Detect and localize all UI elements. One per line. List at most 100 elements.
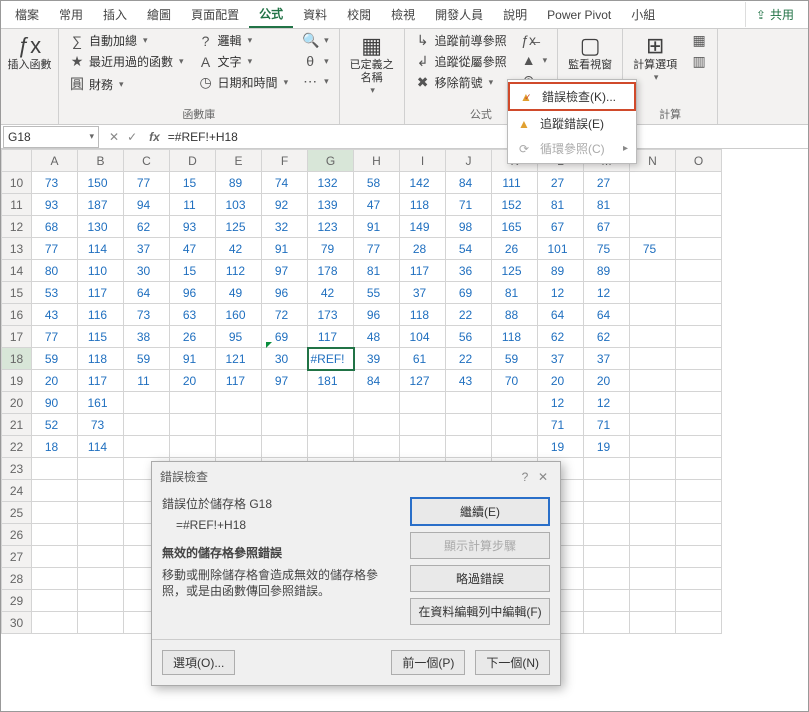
- cell-O17[interactable]: [676, 326, 722, 348]
- cell-E10[interactable]: 89: [216, 172, 262, 194]
- cell-O27[interactable]: [676, 546, 722, 568]
- cell-I21[interactable]: [400, 414, 446, 436]
- cell-O20[interactable]: [676, 392, 722, 414]
- row-header-12[interactable]: 12: [2, 216, 32, 238]
- cell-M23[interactable]: [584, 458, 630, 480]
- more-functions-button[interactable]: ⋯▾: [298, 72, 333, 91]
- row-header-27[interactable]: 27: [2, 546, 32, 568]
- row-header-29[interactable]: 29: [2, 590, 32, 612]
- cell-E18[interactable]: 121: [216, 348, 262, 370]
- cell-E17[interactable]: 95: [216, 326, 262, 348]
- cell-E13[interactable]: 42: [216, 238, 262, 260]
- cell-K22[interactable]: [492, 436, 538, 458]
- row-header-14[interactable]: 14: [2, 260, 32, 282]
- row-header-15[interactable]: 15: [2, 282, 32, 304]
- cell-M17[interactable]: 62: [584, 326, 630, 348]
- cell-D21[interactable]: [170, 414, 216, 436]
- cell-F20[interactable]: [262, 392, 308, 414]
- cell-N17[interactable]: [630, 326, 676, 348]
- row-header-10[interactable]: 10: [2, 172, 32, 194]
- cell-K11[interactable]: 152: [492, 194, 538, 216]
- cell-B30[interactable]: [78, 612, 124, 634]
- cell-N12[interactable]: [630, 216, 676, 238]
- cell-M11[interactable]: 81: [584, 194, 630, 216]
- cell-B21[interactable]: 73: [78, 414, 124, 436]
- cell-F22[interactable]: [262, 436, 308, 458]
- tab-data[interactable]: 資料: [293, 2, 337, 27]
- cell-O10[interactable]: [676, 172, 722, 194]
- cell-D22[interactable]: [170, 436, 216, 458]
- cell-E14[interactable]: 112: [216, 260, 262, 282]
- tab-help[interactable]: 說明: [493, 2, 537, 27]
- cell-F10[interactable]: 74: [262, 172, 308, 194]
- row-header-26[interactable]: 26: [2, 524, 32, 546]
- menu-error-check[interactable]: ▲ ✓ 錯誤檢查(K)...: [508, 82, 636, 111]
- cell-A24[interactable]: [32, 480, 78, 502]
- cell-I10[interactable]: 142: [400, 172, 446, 194]
- cell-L12[interactable]: 67: [538, 216, 584, 238]
- cell-O30[interactable]: [676, 612, 722, 634]
- col-header-F[interactable]: F: [262, 150, 308, 172]
- cell-C15[interactable]: 64: [124, 282, 170, 304]
- cell-N14[interactable]: [630, 260, 676, 282]
- error-checking-button[interactable]: ▲▾: [517, 51, 552, 69]
- cell-N29[interactable]: [630, 590, 676, 612]
- row-header-22[interactable]: 22: [2, 436, 32, 458]
- cell-F11[interactable]: 92: [262, 194, 308, 216]
- cell-K12[interactable]: 165: [492, 216, 538, 238]
- cell-C22[interactable]: [124, 436, 170, 458]
- row-header-30[interactable]: 30: [2, 612, 32, 634]
- cell-F16[interactable]: 72: [262, 304, 308, 326]
- cell-D18[interactable]: 91: [170, 348, 216, 370]
- cell-J14[interactable]: 36: [446, 260, 492, 282]
- cell-A16[interactable]: 43: [32, 304, 78, 326]
- cell-O28[interactable]: [676, 568, 722, 590]
- cell-M24[interactable]: [584, 480, 630, 502]
- cell-M18[interactable]: 37: [584, 348, 630, 370]
- show-formulas-button[interactable]: ƒx̶: [517, 31, 552, 49]
- cell-J21[interactable]: [446, 414, 492, 436]
- cell-M22[interactable]: 19: [584, 436, 630, 458]
- cell-A20[interactable]: 90: [32, 392, 78, 414]
- cell-I18[interactable]: 61: [400, 348, 446, 370]
- help-button[interactable]: ?: [516, 470, 534, 484]
- cell-O23[interactable]: [676, 458, 722, 480]
- tab-file[interactable]: 檔案: [5, 2, 49, 27]
- cell-H16[interactable]: 96: [354, 304, 400, 326]
- tab-team[interactable]: 小組: [621, 2, 665, 27]
- row-header-28[interactable]: 28: [2, 568, 32, 590]
- cell-F21[interactable]: [262, 414, 308, 436]
- cell-H22[interactable]: [354, 436, 400, 458]
- cell-A12[interactable]: 68: [32, 216, 78, 238]
- lookup-button[interactable]: 🔍▾: [298, 31, 333, 50]
- cell-J10[interactable]: 84: [446, 172, 492, 194]
- cell-G16[interactable]: 173: [308, 304, 354, 326]
- cell-I11[interactable]: 118: [400, 194, 446, 216]
- tab-review[interactable]: 校閱: [337, 2, 381, 27]
- cell-O16[interactable]: [676, 304, 722, 326]
- watch-window-button[interactable]: ▢ 監看視窗: [564, 31, 616, 74]
- cell-H14[interactable]: 81: [354, 260, 400, 282]
- cell-B24[interactable]: [78, 480, 124, 502]
- tab-draw[interactable]: 繪圖: [137, 2, 181, 27]
- cell-J15[interactable]: 69: [446, 282, 492, 304]
- formula-input[interactable]: =#REF!+H18: [164, 130, 808, 144]
- cell-A27[interactable]: [32, 546, 78, 568]
- cell-A22[interactable]: 18: [32, 436, 78, 458]
- cell-B23[interactable]: [78, 458, 124, 480]
- cell-K18[interactable]: 59: [492, 348, 538, 370]
- tab-home[interactable]: 常用: [49, 2, 93, 27]
- cell-B26[interactable]: [78, 524, 124, 546]
- cell-F15[interactable]: 96: [262, 282, 308, 304]
- cell-B13[interactable]: 114: [78, 238, 124, 260]
- row-header-18[interactable]: 18: [2, 348, 32, 370]
- menu-trace-error[interactable]: ▲ 追蹤錯誤(E): [508, 111, 636, 136]
- corner-cell[interactable]: [2, 150, 32, 172]
- tab-layout[interactable]: 頁面配置: [181, 2, 249, 27]
- cell-H17[interactable]: 48: [354, 326, 400, 348]
- cell-N13[interactable]: 75: [630, 238, 676, 260]
- cell-C17[interactable]: 38: [124, 326, 170, 348]
- cell-A26[interactable]: [32, 524, 78, 546]
- cell-K16[interactable]: 88: [492, 304, 538, 326]
- cell-C20[interactable]: [124, 392, 170, 414]
